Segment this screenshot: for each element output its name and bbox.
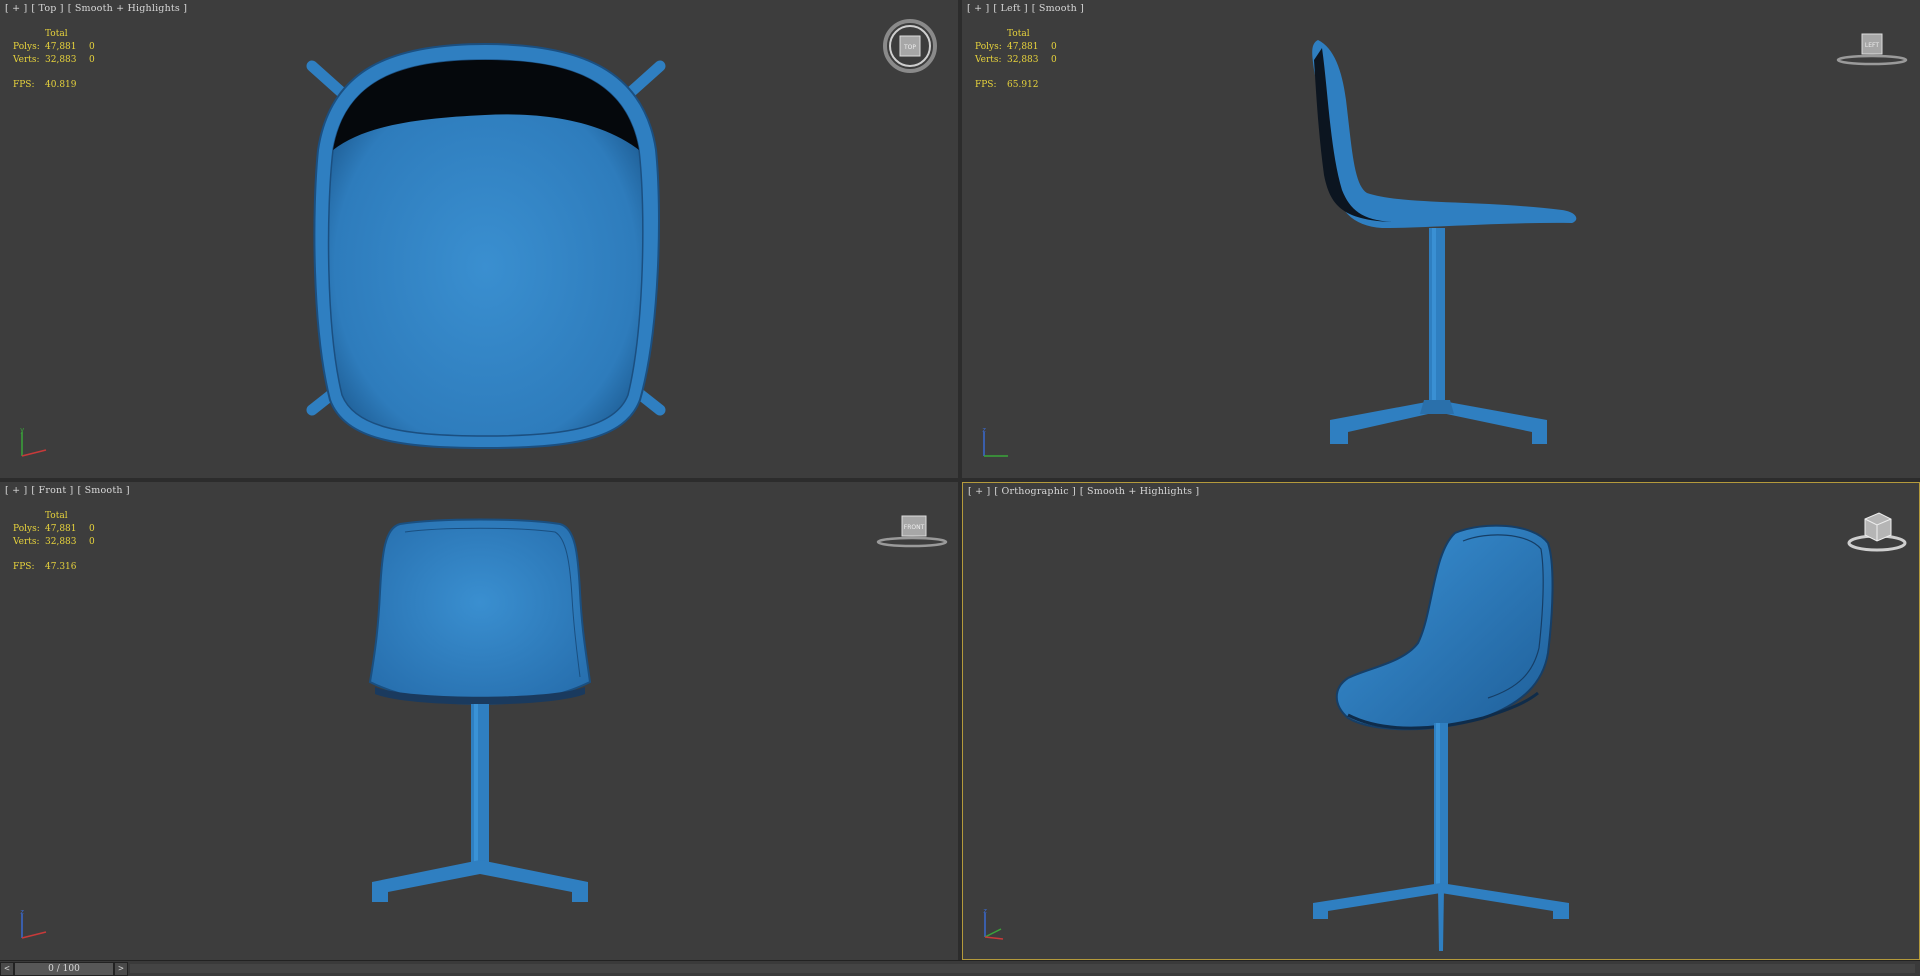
svg-text:z: z — [982, 426, 986, 434]
timeline-prev-button[interactable]: < — [0, 962, 14, 976]
timeline-bar: < 0 / 100 > — [0, 960, 1920, 976]
svg-text:z: z — [983, 907, 987, 915]
viewport-top[interactable]: [ + ][ Top ][ Smooth + Highlights ] Tota… — [0, 0, 958, 478]
viewport-left[interactable]: [ + ][ Left ][ Smooth ] Total Polys: 47,8… — [962, 0, 1920, 478]
chair-orthographic-view[interactable] — [963, 483, 1919, 959]
timeline-frame-slider[interactable]: 0 / 100 — [14, 962, 114, 976]
axis-tripod: z — [980, 426, 1014, 464]
svg-text:y: y — [20, 426, 24, 434]
chair-front-view[interactable] — [0, 482, 958, 960]
timeline-track[interactable] — [130, 964, 1915, 973]
chair-top-view[interactable] — [0, 0, 958, 478]
timeline-next-button[interactable]: > — [114, 962, 128, 976]
viewcube-face-label: LEFT — [1865, 42, 1879, 49]
viewcube-face-label: FRONT — [904, 524, 925, 531]
chair-left-view[interactable] — [962, 0, 1920, 478]
axis-tripod: z — [981, 907, 1015, 945]
svg-text:z: z — [20, 908, 24, 916]
viewcube-orthographic[interactable] — [1845, 507, 1909, 557]
viewcube-face-label: TOP — [903, 44, 916, 51]
axis-tripod: z — [18, 908, 52, 946]
viewport-orthographic[interactable]: [ + ][ Orthographic ][ Smooth + Highligh… — [962, 482, 1920, 960]
viewcube-left[interactable]: LEFT — [1836, 28, 1908, 72]
viewport-front[interactable]: [ + ][ Front ][ Smooth ] Total Polys: 47,… — [0, 482, 958, 960]
axis-tripod: y — [18, 426, 52, 464]
viewcube-top[interactable]: TOP — [882, 18, 938, 78]
viewcube-front[interactable]: FRONT — [876, 510, 948, 554]
